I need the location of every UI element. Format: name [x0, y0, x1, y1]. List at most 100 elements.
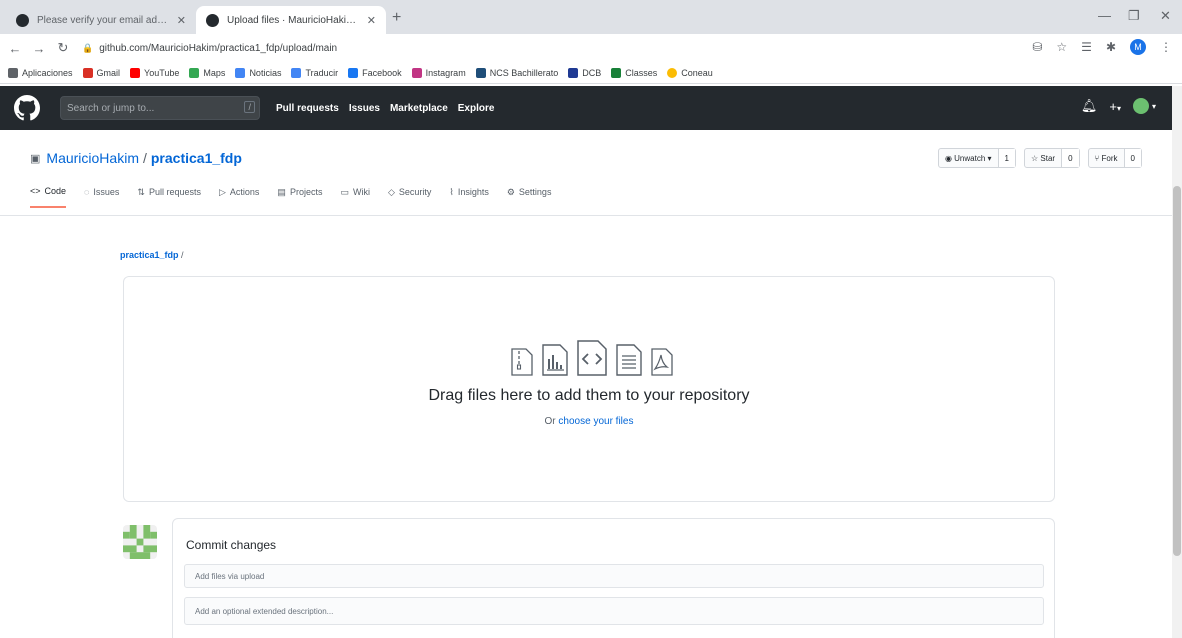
back-icon[interactable]: ← — [6, 41, 24, 56]
nav-marketplace[interactable]: Marketplace — [390, 103, 448, 114]
tab-actions[interactable]: ▷ Actions — [219, 186, 259, 208]
classroom-icon — [611, 67, 622, 78]
address-bar[interactable]: 🔒 github.com/MauricioHakim/practica1_fdp… — [82, 43, 337, 54]
github-favicon-icon — [206, 13, 219, 27]
tab-settings[interactable]: ⚙ Settings — [507, 186, 552, 208]
bookmark-label: Classes — [625, 67, 658, 78]
graph-icon: ⌇ — [449, 186, 454, 197]
new-tab-button[interactable]: + — [392, 9, 401, 27]
tab-strip: Please verify your email address ✕ Uploa… — [0, 0, 1182, 34]
github-logo-icon[interactable] — [14, 95, 40, 121]
close-tab-icon[interactable]: ✕ — [367, 14, 376, 27]
code-icon: <> — [30, 186, 41, 196]
bookmark-label: DCB — [582, 67, 602, 78]
bookmark-gmail[interactable]: Gmail — [82, 67, 120, 78]
commit-form: Commit changes Add files via upload Add … — [172, 518, 1055, 638]
repo-title: ▣ MauricioHakim / practica1_fdp — [30, 150, 242, 166]
maximize-icon[interactable]: ❐ — [1128, 8, 1140, 24]
bookmark-facebook[interactable]: Facebook — [348, 67, 402, 78]
tab-label: Pull requests — [148, 187, 201, 197]
user-menu[interactable]: ▾ — [1132, 98, 1156, 114]
gmail-icon — [82, 67, 93, 78]
search-input[interactable]: Search or jump to... / — [60, 96, 260, 120]
bookmark-instagram[interactable]: Instagram — [411, 67, 466, 78]
page-scrollbar[interactable] — [1172, 86, 1182, 638]
tab-issues[interactable]: ◌ Issues — [84, 186, 119, 208]
bookmark-coneau[interactable]: Coneau — [667, 67, 713, 78]
plus-icon: + — [1109, 98, 1117, 114]
browser-tab-upload-files[interactable]: Upload files · MauricioHakim/practica1_f… — [196, 6, 386, 34]
tab-wiki[interactable]: ▭ Wiki — [340, 186, 370, 208]
browser-tab-verify-email[interactable]: Please verify your email address ✕ — [6, 6, 196, 34]
commit-summary-input[interactable]: Add files via upload — [184, 564, 1044, 588]
bookmark-label: Noticias — [249, 67, 282, 78]
tab-pull-requests[interactable]: ⇅ Pull requests — [137, 186, 201, 208]
bookmark-traducir[interactable]: Traducir — [291, 67, 338, 78]
unwatch-button[interactable]: ◉ Unwatch ▾ 1 — [937, 148, 1016, 168]
repo-name-link[interactable]: practica1_fdp — [151, 150, 242, 166]
star-count[interactable]: 0 — [1061, 149, 1079, 167]
fork-button[interactable]: ⑂ Fork 0 — [1087, 148, 1142, 168]
identicon-icon — [123, 525, 157, 559]
star-button[interactable]: ☆ Star 0 — [1023, 148, 1080, 168]
nav-explore[interactable]: Explore — [458, 103, 495, 114]
drop-zone-subtitle: Or choose your files — [124, 416, 1054, 427]
drop-zone-title: Drag files here to add them to your repo… — [428, 387, 750, 404]
browser-menu-icon[interactable]: ⋮ — [1160, 40, 1172, 54]
notifications-bell-icon[interactable]: 🔔︎ — [1081, 98, 1098, 114]
tab-label: Code — [44, 186, 67, 196]
reading-list-icon[interactable]: ☰ — [1081, 40, 1092, 54]
translate-icon[interactable]: ⛁ — [1032, 40, 1042, 54]
bookmark-classes[interactable]: Classes — [611, 67, 658, 78]
scrollbar-thumb[interactable] — [1173, 186, 1181, 556]
bookmark-dcb[interactable]: DCB — [568, 67, 602, 78]
commit-description-textarea[interactable]: Add an optional extended description... — [184, 597, 1044, 625]
maps-pin-icon — [189, 67, 200, 78]
repo-tabs: <> Code ◌ Issues ⇅ Pull requests ▷ Actions ▤… — [30, 186, 551, 208]
repo-owner-link[interactable]: MauricioHakim — [46, 150, 139, 166]
fork-count[interactable]: 0 — [1123, 149, 1141, 167]
nav-issues[interactable]: Issues — [349, 103, 380, 114]
forward-icon[interactable]: → — [30, 41, 48, 56]
bookmark-star-icon[interactable]: ☆ — [1056, 40, 1067, 54]
tab-insights[interactable]: ⌇ Insights — [449, 186, 488, 208]
extensions-icon[interactable]: ✱ — [1106, 40, 1116, 54]
tab-label: Projects — [289, 187, 323, 197]
tab-label: Wiki — [352, 187, 370, 197]
file-drop-zone[interactable]: Drag files here to add them to your repo… — [123, 276, 1055, 502]
breadcrumb-repo-link[interactable]: practica1_fdp — [120, 250, 179, 260]
close-window-icon[interactable]: ✕ — [1160, 8, 1171, 24]
global-nav: Pull requests Issues Marketplace Explore — [276, 103, 494, 114]
bookmark-label: YouTube — [144, 67, 180, 78]
tab-code[interactable]: <> Code — [30, 186, 67, 208]
choose-files-link[interactable]: choose your files — [558, 416, 633, 427]
nav-pull-requests[interactable]: Pull requests — [276, 103, 339, 114]
tab-label: Settings — [518, 187, 552, 197]
tab-label: Insights — [457, 187, 489, 197]
news-icon — [235, 67, 246, 78]
tabs-divider — [0, 215, 1172, 216]
commit-title: Commit changes — [186, 538, 277, 552]
play-icon: ▷ — [218, 186, 226, 197]
youtube-icon — [130, 67, 141, 78]
tab-label: Issues — [93, 187, 120, 197]
breadcrumb-separator: / — [181, 250, 184, 260]
bookmark-maps[interactable]: Maps — [189, 67, 225, 78]
watch-count[interactable]: 1 — [997, 149, 1015, 167]
bookmark-apps[interactable]: Aplicaciones — [8, 67, 73, 78]
bookmark-ncs[interactable]: NCS Bachillerato — [475, 67, 558, 78]
close-tab-icon[interactable]: ✕ — [177, 14, 186, 27]
bookmark-youtube[interactable]: YouTube — [130, 67, 180, 78]
user-avatar — [1132, 98, 1149, 114]
profile-avatar[interactable]: M — [1130, 39, 1146, 55]
tab-projects[interactable]: ▤ Projects — [277, 186, 322, 208]
lock-icon: 🔒 — [82, 42, 94, 53]
reload-icon[interactable]: ↻ — [54, 40, 72, 56]
book-icon: ▭ — [340, 186, 349, 197]
minimize-icon[interactable]: — — [1098, 8, 1111, 23]
bookmark-noticias[interactable]: Noticias — [235, 67, 282, 78]
create-new-button[interactable]: +▾ — [1109, 99, 1121, 114]
tab-label: Security — [398, 187, 432, 197]
tab-security[interactable]: ◇ Security — [388, 186, 431, 208]
bookmark-label: Instagram — [425, 67, 466, 78]
